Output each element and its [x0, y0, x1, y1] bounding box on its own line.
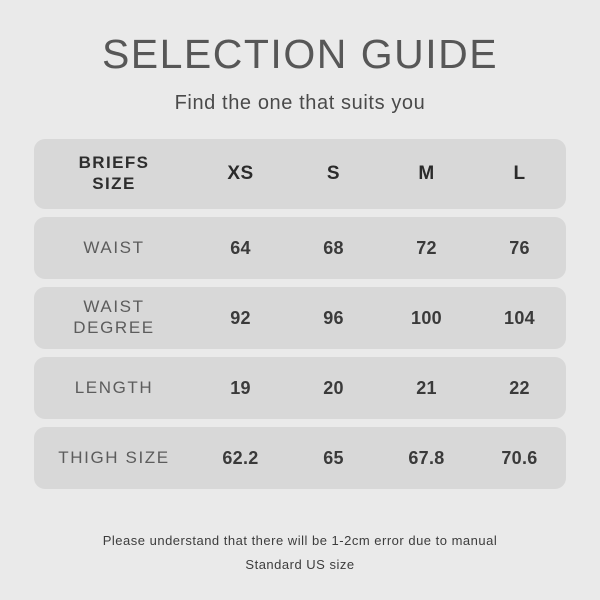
column-header-xs: XS — [227, 163, 254, 184]
column-header-s: S — [326, 163, 341, 184]
table-header-label-line1: BRIEFS — [78, 153, 150, 173]
cell-thigh-size-l: 70.6 — [501, 447, 538, 468]
cell-length-xs: 19 — [230, 377, 251, 398]
row-label-waist-degree: WAIST DEGREE — [34, 297, 194, 338]
cell-waist-degree-m: 100 — [411, 307, 442, 328]
cell-thigh-size-m: 67.8 — [408, 447, 445, 468]
table-header-row: BRIEFS SIZE XS S M L — [34, 139, 566, 209]
row-label-line1: WAIST — [83, 297, 145, 317]
cell-length-m: 21 — [416, 377, 437, 398]
cell-waist-m: 72 — [416, 237, 437, 258]
row-label-line2: DEGREE — [73, 318, 155, 337]
row-label-waist: WAIST — [34, 238, 194, 259]
cell-waist-s: 68 — [323, 237, 344, 258]
cell-length-s: 20 — [323, 377, 344, 398]
row-label-line1: THIGH SIZE — [58, 447, 170, 467]
table-row: LENGTH 19 20 21 22 — [34, 357, 566, 419]
row-label-thigh-size: THIGH SIZE — [34, 448, 194, 469]
size-table: BRIEFS SIZE XS S M L WAIST 64 68 72 76 W… — [34, 139, 566, 489]
table-header-label: BRIEFS SIZE — [34, 153, 194, 194]
row-label-line1: LENGTH — [74, 377, 154, 397]
cell-waist-xs: 64 — [230, 237, 251, 258]
row-label-line1: WAIST — [83, 237, 145, 257]
table-header-label-line2: SIZE — [92, 174, 136, 193]
cell-thigh-size-xs: 62.2 — [222, 447, 259, 468]
column-header-m: M — [418, 163, 435, 184]
cell-waist-l: 76 — [509, 237, 530, 258]
page-subtitle: Find the one that suits you — [174, 92, 426, 114]
page-header: SELECTION GUIDE Find the one that suits … — [0, 0, 600, 114]
table-row: WAIST DEGREE 92 96 100 104 — [34, 287, 566, 349]
cell-waist-degree-xs: 92 — [230, 307, 251, 328]
footer-note: Please understand that there will be 1-2… — [0, 529, 600, 600]
cell-waist-degree-s: 96 — [323, 307, 344, 328]
page-title: SELECTION GUIDE — [101, 31, 499, 77]
footer-line-disclaimer: Please understand that there will be 1-2… — [102, 532, 498, 548]
cell-length-l: 22 — [509, 377, 530, 398]
table-row: WAIST 64 68 72 76 — [34, 217, 566, 279]
cell-thigh-size-s: 65 — [323, 447, 344, 468]
footer-line-standard: Standard US size — [245, 557, 355, 573]
table-row: THIGH SIZE 62.2 65 67.8 70.6 — [34, 427, 566, 489]
size-guide-page: SELECTION GUIDE Find the one that suits … — [0, 0, 600, 600]
cell-waist-degree-l: 104 — [504, 307, 535, 328]
row-label-length: LENGTH — [34, 378, 194, 399]
column-header-l: L — [513, 163, 526, 184]
